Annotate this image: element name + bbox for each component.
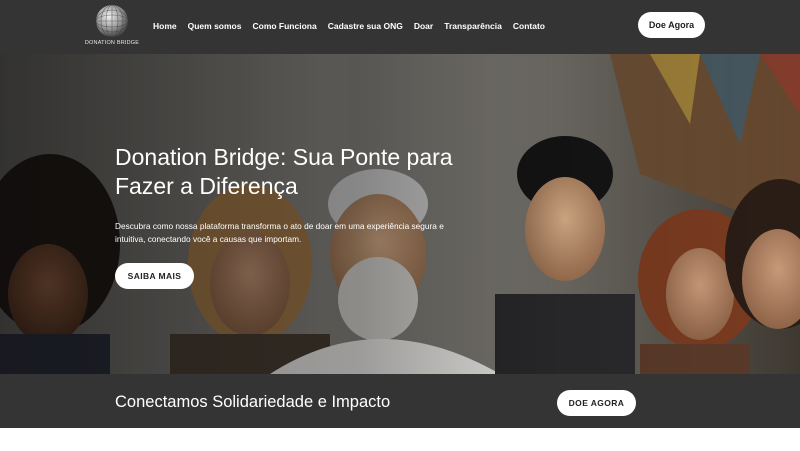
globe-logo-icon: [95, 4, 129, 38]
nav-contato[interactable]: Contato: [513, 19, 545, 33]
nav-home[interactable]: Home: [153, 19, 177, 33]
nav-transparencia[interactable]: Transparência: [444, 19, 502, 33]
learn-more-button[interactable]: SAIBA MAIS: [115, 263, 194, 289]
banner-text: Conectamos Solidariedade e Impacto: [115, 393, 391, 411]
logo[interactable]: DONATION BRIDGE: [84, 3, 140, 49]
hero-section: Donation Bridge: Sua Ponte para Fazer a …: [0, 54, 800, 374]
banner-donate-button[interactable]: DOE AGORA: [557, 390, 636, 416]
nav-como-funciona[interactable]: Como Funciona: [252, 19, 316, 33]
main-nav: Home Quem somos Como Funciona Cadastre s…: [153, 19, 556, 33]
hero-overlay: [0, 54, 800, 374]
nav-cadastre-ong[interactable]: Cadastre sua ONG: [328, 19, 403, 33]
nav-quem-somos[interactable]: Quem somos: [188, 19, 242, 33]
logo-text: DONATION BRIDGE: [84, 40, 140, 46]
nav-doar[interactable]: Doar: [414, 19, 433, 33]
hero-title: Donation Bridge: Sua Ponte para Fazer a …: [115, 144, 453, 199]
site-header: DONATION BRIDGE Home Quem somos Como Fun…: [0, 0, 800, 54]
donate-now-button[interactable]: Doe Agora: [638, 12, 705, 38]
cta-banner: Conectamos Solidariedade e Impacto DOE A…: [0, 374, 800, 428]
hero-description: Descubra como nossa plataforma transform…: [115, 221, 444, 244]
